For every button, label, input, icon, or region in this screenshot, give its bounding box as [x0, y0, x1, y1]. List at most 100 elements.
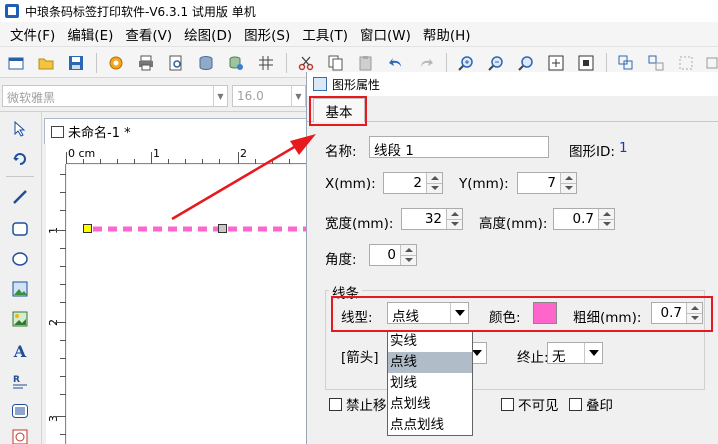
- fit-page-icon[interactable]: [548, 55, 564, 71]
- width-input[interactable]: 32: [401, 208, 463, 230]
- x-label: X(mm):: [325, 176, 376, 192]
- fit-window-icon[interactable]: [578, 55, 594, 71]
- line-type-option-dotted[interactable]: 点线: [388, 352, 472, 373]
- ungroup-icon[interactable]: [648, 55, 664, 71]
- overprint-checkbox[interactable]: 叠印: [569, 394, 613, 414]
- selection-handle-start[interactable]: [83, 224, 92, 233]
- height-input[interactable]: 0.7: [553, 208, 615, 230]
- cut-icon[interactable]: [298, 55, 314, 71]
- database-icon[interactable]: [198, 55, 214, 71]
- print-icon[interactable]: [138, 55, 154, 71]
- window-title: 中琅条码标签打印软件-V6.3.1 试用版 单机: [25, 4, 256, 19]
- font-size-value: 16.0: [237, 89, 264, 103]
- database-link-icon[interactable]: [228, 55, 244, 71]
- x-value: 2: [413, 175, 422, 191]
- menu-file[interactable]: 文件(F): [4, 24, 61, 44]
- chevron-down-icon: ▼: [291, 86, 305, 106]
- angle-input[interactable]: 0: [369, 244, 417, 266]
- highlight-basic-tab: [309, 96, 367, 126]
- zoom-in-icon[interactable]: [458, 55, 474, 71]
- shape-properties-dialog: 图形属性 基本 名称: 线段 1 图形ID: 1 X(mm): 2 Y(mm):…: [306, 72, 718, 444]
- font-family-value: 微软雅黑: [7, 91, 56, 105]
- menu-help[interactable]: 帮助(H): [417, 24, 477, 44]
- more-tools-icon[interactable]: [704, 55, 718, 71]
- line-type-dropdown-list: 实线 点线 划线 点划线 点点划线: [387, 330, 473, 436]
- qrcode-tool-icon[interactable]: [9, 426, 31, 444]
- menu-edit[interactable]: 编辑(E): [61, 24, 119, 44]
- app-logo-icon: [5, 4, 19, 18]
- x-input[interactable]: 2: [383, 172, 443, 194]
- name-input[interactable]: 线段 1: [369, 136, 549, 158]
- document-title: 未命名-1 *: [68, 126, 131, 141]
- group-icon[interactable]: [618, 55, 634, 71]
- zoom-out-icon[interactable]: [488, 55, 504, 71]
- line-tool-icon[interactable]: [9, 186, 31, 208]
- chevron-down-icon: [584, 343, 602, 363]
- pointer-tool-icon[interactable]: [9, 118, 31, 140]
- rich-text-tool-icon[interactable]: R: [9, 370, 31, 392]
- width-value: 32: [424, 211, 442, 227]
- open-folder-icon[interactable]: [38, 55, 54, 71]
- print-preview-icon[interactable]: [168, 55, 184, 71]
- overprint-label: 叠印: [586, 398, 613, 414]
- invisible-checkbox[interactable]: 不可见: [501, 394, 559, 414]
- menu-draw[interactable]: 绘图(D): [178, 24, 238, 44]
- document-tab[interactable]: 未命名-1 *: [44, 118, 310, 144]
- line-type-option-dashed[interactable]: 划线: [388, 373, 472, 394]
- line-type-option-solid[interactable]: 实线: [388, 331, 472, 352]
- title-bar: 中琅条码标签打印软件-V6.3.1 试用版 单机: [0, 0, 718, 22]
- picture-tool-icon[interactable]: [9, 308, 31, 330]
- menu-shape[interactable]: 图形(S): [238, 24, 296, 44]
- menu-bar: 文件(F) 编辑(E) 查看(V) 绘图(D) 图形(S) 工具(T) 窗口(W…: [0, 22, 718, 46]
- highlight-line-row: [331, 296, 713, 332]
- barcode-tool-icon[interactable]: [9, 400, 31, 422]
- redo-icon[interactable]: [418, 55, 434, 71]
- line-type-option-dash-dot[interactable]: 点划线: [388, 394, 472, 415]
- font-size-select[interactable]: 16.0 ▼: [232, 85, 306, 107]
- dialog-title: 图形属性: [332, 77, 381, 92]
- zoom-actual-icon[interactable]: [518, 55, 534, 71]
- menu-window[interactable]: 窗口(W): [354, 24, 417, 44]
- menu-view[interactable]: 查看(V): [119, 24, 178, 44]
- end-label: 终止:: [517, 350, 549, 366]
- lock-move-label: 禁止移: [346, 398, 387, 414]
- grid-icon[interactable]: [258, 55, 274, 71]
- canvas-drawing: [93, 226, 310, 232]
- drawing-toolbox: A R: [0, 112, 42, 444]
- font-family-select[interactable]: 微软雅黑 ▼: [2, 85, 228, 107]
- rectangle-tool-icon[interactable]: [9, 218, 31, 240]
- image-tool-icon[interactable]: [9, 278, 31, 300]
- arrow-start-select[interactable]: [471, 342, 487, 364]
- lock-move-checkbox[interactable]: 禁止移: [329, 394, 387, 414]
- label-canvas[interactable]: [67, 165, 310, 444]
- ellipse-tool-icon[interactable]: [9, 248, 31, 270]
- arrow-label: [箭头]: [341, 350, 379, 366]
- menu-tools[interactable]: 工具(T): [296, 24, 354, 44]
- new-file-icon[interactable]: [8, 55, 24, 71]
- document-icon: [51, 125, 64, 138]
- shape-id-value: 1: [619, 140, 628, 156]
- line-type-option-dash-dot-dot[interactable]: 点点划线: [388, 415, 472, 436]
- checkbox-box: [501, 397, 514, 411]
- settings-gear-icon[interactable]: [108, 55, 124, 71]
- y-input[interactable]: 7: [517, 172, 577, 194]
- ruler-label-2: 2: [240, 147, 247, 160]
- vertical-ruler: 1 2 3: [46, 164, 66, 444]
- properties-icon: [313, 77, 327, 91]
- angle-label: 角度:: [325, 252, 357, 268]
- paste-icon[interactable]: [358, 55, 374, 71]
- save-icon[interactable]: [68, 55, 84, 71]
- invisible-label: 不可见: [518, 398, 559, 414]
- height-label: 高度(mm):: [479, 216, 548, 232]
- chevron-down-icon: ▼: [213, 86, 227, 106]
- copy-icon[interactable]: [328, 55, 344, 71]
- selection-handle-mid[interactable]: [218, 224, 227, 233]
- align-icon[interactable]: [678, 55, 694, 71]
- ruler-corner: [46, 144, 66, 164]
- text-tool-icon[interactable]: A: [9, 340, 31, 362]
- dialog-title-bar: 图形属性: [307, 72, 718, 96]
- horizontal-ruler: 0 cm 1 2: [66, 144, 310, 164]
- undo-icon[interactable]: [388, 55, 404, 71]
- rotate-tool-icon[interactable]: [9, 146, 31, 168]
- arrow-end-select[interactable]: 无: [547, 342, 603, 365]
